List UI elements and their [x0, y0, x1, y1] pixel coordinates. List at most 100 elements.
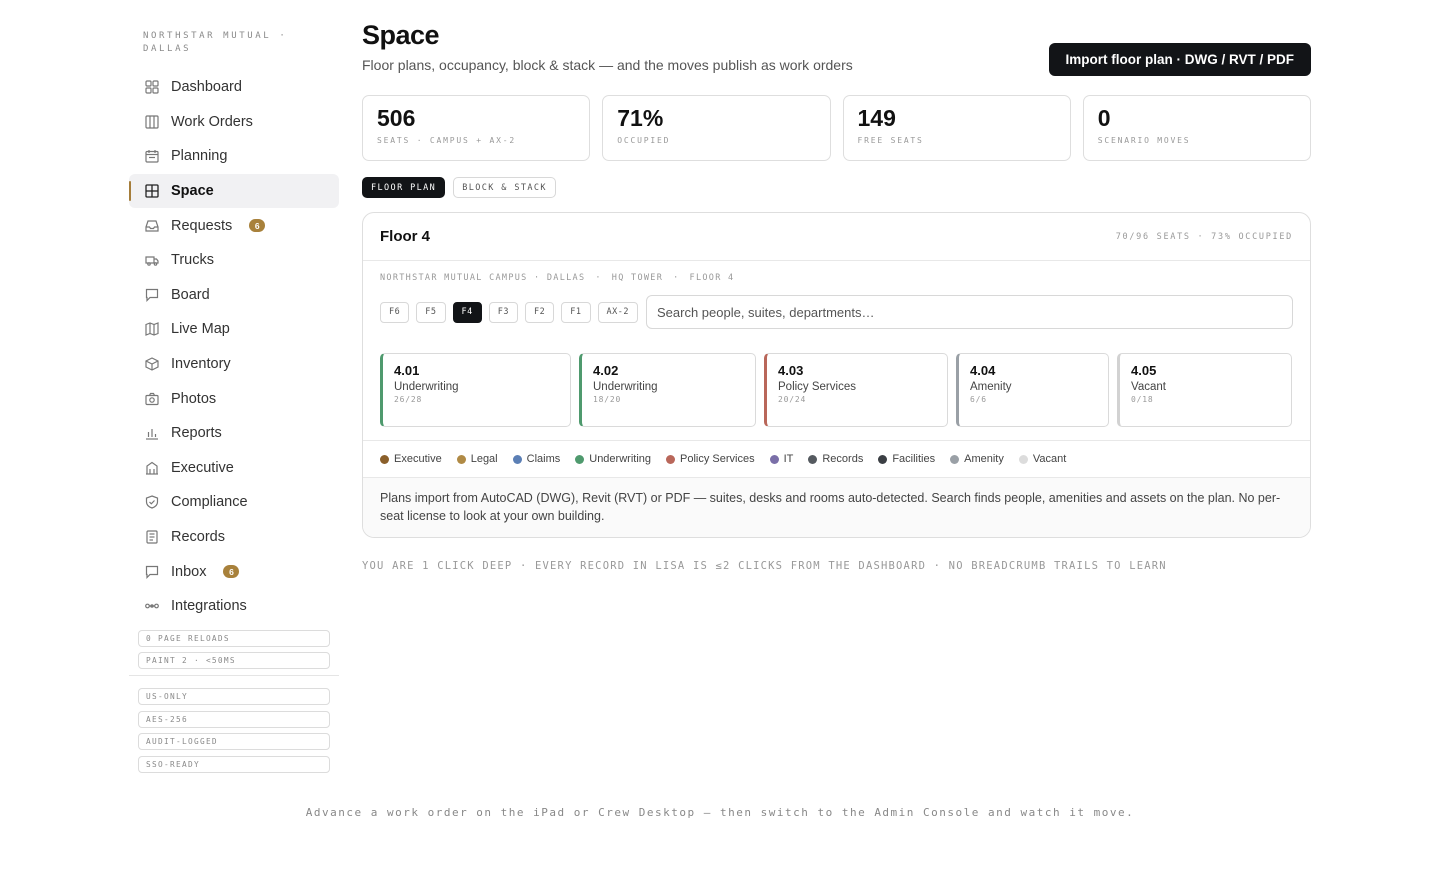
search-input[interactable]	[645, 295, 1293, 329]
sidebar-item-label: Space	[171, 183, 214, 200]
suite-seat-count: 6/6	[970, 395, 987, 404]
suite-seat-count: 18/20	[593, 395, 622, 404]
count-badge: 6	[249, 219, 266, 233]
chat-icon	[145, 565, 159, 579]
sidebar-item-integrations[interactable]: Integrations	[129, 589, 339, 624]
legend-item: Underwriting	[575, 453, 651, 465]
sidebar-item-space[interactable]: Space	[129, 173, 339, 209]
tab-block-stack[interactable]: BLOCK & STACK	[453, 177, 556, 198]
sidebar-item-label: Integrations	[171, 598, 247, 615]
legend-label: Amenity	[964, 453, 1004, 465]
breadcrumb-building[interactable]: HQ TOWER	[612, 273, 663, 283]
truck-icon	[145, 253, 159, 267]
floor-buttons: F6 F5 F4 F3 F2 F1 AX-2	[380, 301, 638, 323]
suite-card[interactable]: 4.05 Vacant 0/18	[1117, 353, 1292, 427]
breadcrumb-campus[interactable]: NORTHSTAR MUTUAL CAMPUS · DALLAS	[380, 273, 585, 283]
sidebar-item-dashboard[interactable]: Dashboard	[129, 70, 339, 105]
sidebar-item-compliance[interactable]: Compliance	[129, 485, 339, 520]
document-icon	[145, 530, 159, 544]
department-legend: Executive Legal Claims Underwriting Policy S…	[363, 440, 1310, 478]
import-note: Plans import from AutoCAD (DWG), Revit (…	[363, 478, 1310, 537]
sidebar-item-inbox[interactable]: Inbox 6	[129, 554, 339, 589]
inbox-tray-icon	[145, 219, 159, 233]
breadcrumb-separator: ·	[595, 273, 602, 283]
grid-icon	[145, 80, 159, 94]
suite-seat-count: 0/18	[1131, 395, 1154, 404]
floor-panel-header: Floor 4 70/96 SEATS · 73% OCCUPIED	[363, 213, 1310, 261]
security-chip: US-ONLY	[138, 688, 330, 705]
shield-icon	[145, 495, 159, 510]
floor-button-f1[interactable]: F1	[561, 301, 591, 323]
suite-id: 4.04	[970, 363, 996, 378]
floor-button-f4[interactable]: F4	[452, 301, 482, 323]
legend-label: Policy Services	[680, 453, 755, 465]
sidebar-item-label: Compliance	[171, 494, 248, 511]
breadcrumb: NORTHSTAR MUTUAL CAMPUS · DALLAS · HQ TO…	[380, 273, 1293, 283]
sidebar-item-planning[interactable]: Planning	[129, 139, 339, 174]
floor-selector: F6 F5 F4 F3 F2 F1 AX-2	[380, 295, 1293, 329]
tab-floor-plan[interactable]: FLOOR PLAN	[362, 177, 446, 198]
legend-swatch	[512, 454, 522, 464]
stat-scenario-moves: 0 SCENARIO MOVES	[1082, 95, 1311, 161]
sidebar-item-records[interactable]: Records	[129, 520, 339, 555]
suite-seat-count: 26/28	[394, 395, 423, 404]
sidebar-item-work-orders[interactable]: Work Orders	[129, 105, 339, 140]
security-chip: SSO-READY	[138, 755, 330, 773]
import-floor-plan-button[interactable]: Import floor plan · DWG / RVT / PDF	[1048, 43, 1311, 76]
floor-occupancy-meta: 70/96 SEATS · 73% OCCUPIED	[1115, 231, 1293, 242]
suite-card[interactable]: 4.03 Policy Services 20/24	[764, 353, 948, 427]
floor-button-f6[interactable]: F6	[380, 301, 410, 323]
suite-department: Underwriting	[394, 381, 459, 393]
stat-label: SCENARIO MOVES	[1097, 136, 1191, 145]
legend-label: Executive	[394, 453, 442, 465]
legend-label: Vacant	[1032, 453, 1067, 465]
floor-button-f5[interactable]: F5	[416, 301, 446, 323]
stat-label: FREE SEATS	[857, 136, 924, 145]
floor-title: Floor 4	[380, 228, 431, 245]
security-chip: AES-256	[138, 710, 330, 728]
suite-department: Amenity	[970, 381, 1012, 393]
legend-swatch	[575, 454, 585, 464]
legend-label: Legal	[470, 453, 498, 465]
legend-swatch	[380, 454, 389, 464]
sidebar-item-label: Work Orders	[171, 113, 253, 130]
floor-panel-body: NORTHSTAR MUTUAL CAMPUS · DALLAS · HQ TO…	[363, 261, 1310, 427]
sidebar-item-label: Trucks	[171, 252, 214, 269]
floor-button-ax-2[interactable]: AX-2	[597, 301, 638, 323]
suite-id: 4.03	[778, 363, 804, 378]
sidebar-item-label: Inventory	[171, 356, 231, 373]
sidebar-item-board[interactable]: Board	[129, 278, 339, 313]
legend-label: Underwriting	[589, 453, 651, 465]
stat-label: OCCUPIED	[617, 136, 671, 145]
sidebar-item-reports[interactable]: Reports	[129, 416, 339, 451]
columns-icon	[145, 115, 159, 129]
sidebar-item-trucks[interactable]: Trucks	[129, 243, 339, 278]
legend-swatch	[1018, 454, 1028, 464]
breadcrumb-floor: FLOOR 4	[689, 273, 735, 283]
suite-card[interactable]: 4.04 Amenity 6/6	[956, 353, 1109, 427]
sidebar-chips: 0 PAGE RELOADS PAINT 2 · <50MS US-ONLY AES…	[129, 629, 339, 773]
chat-icon	[145, 288, 159, 302]
suite-department: Underwriting	[593, 381, 658, 393]
suite-card[interactable]: 4.01 Underwriting 26/28	[380, 353, 571, 427]
stat-free-seats: 149 FREE SEATS	[842, 95, 1071, 161]
suite-id: 4.01	[394, 363, 420, 378]
view-tabs: FLOOR PLAN BLOCK & STACK	[362, 177, 1311, 198]
floor-button-f3[interactable]: F3	[488, 301, 518, 323]
sidebar-item-live-map[interactable]: Live Map	[129, 312, 339, 347]
suite-list: 4.01 Underwriting 26/28 4.02 Underwriting 18/…	[380, 353, 1293, 427]
org-name: NORTHSTAR MUTUAL · DALLAS	[143, 31, 288, 54]
stat-value: 149	[857, 105, 896, 131]
sidebar-item-label: Board	[171, 286, 210, 303]
sidebar-item-requests[interactable]: Requests 6	[129, 208, 339, 243]
sidebar-item-label: Inbox	[171, 563, 207, 580]
suite-card[interactable]: 4.02 Underwriting 18/20	[579, 353, 756, 427]
sidebar-item-label: Live Map	[171, 321, 230, 338]
legend-item: IT	[769, 453, 793, 465]
stat-value: 0	[1097, 105, 1111, 131]
sidebar-item-executive[interactable]: Executive	[129, 451, 339, 486]
floor-button-f2[interactable]: F2	[525, 301, 555, 323]
sidebar-item-inventory[interactable]: Inventory	[129, 347, 339, 382]
legend-swatch	[950, 454, 960, 464]
sidebar-item-photos[interactable]: Photos	[129, 381, 339, 416]
